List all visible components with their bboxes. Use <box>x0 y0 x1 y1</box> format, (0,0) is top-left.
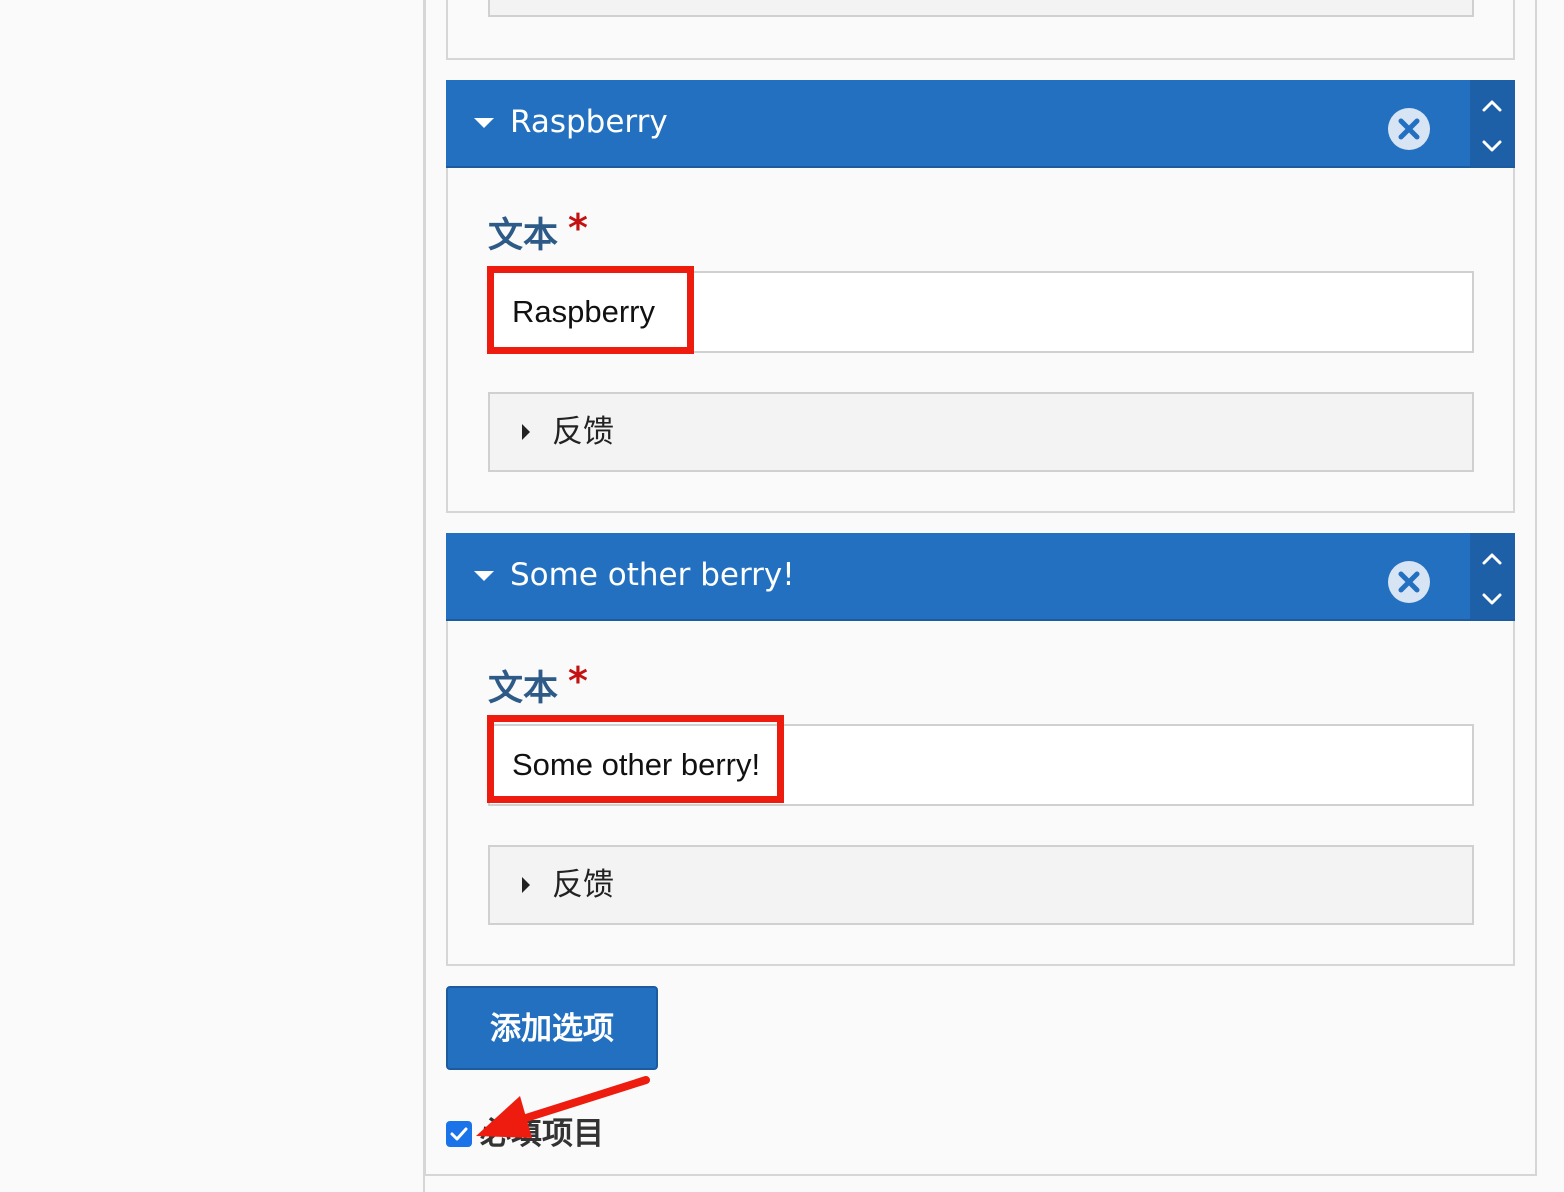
option-header[interactable]: Raspberry <box>446 80 1515 168</box>
text-field-label: 文本 <box>488 216 559 256</box>
feedback-label: 反馈 <box>552 414 614 450</box>
caret-down-icon[interactable] <box>474 571 494 581</box>
chevron-down-icon[interactable] <box>1480 587 1504 611</box>
text-field-label: 文本 <box>488 669 559 709</box>
feedback-toggle[interactable]: 反馈 <box>488 845 1474 925</box>
option-text-input[interactable] <box>488 724 1474 806</box>
option-header[interactable]: Some other berry! <box>446 533 1515 621</box>
previous-option-card <box>446 0 1515 60</box>
chevron-up-icon[interactable] <box>1480 547 1504 571</box>
add-option-button[interactable]: 添加选项 <box>446 986 658 1070</box>
option-card-raspberry: Raspberry 文本 * 反馈 <box>446 80 1515 513</box>
reorder-controls <box>1470 533 1515 619</box>
checkmark-icon <box>450 1127 468 1141</box>
option-title: Some other berry! <box>510 557 795 593</box>
circle-x-icon[interactable] <box>1388 108 1430 150</box>
option-text-input[interactable] <box>488 271 1474 353</box>
feedback-label: 反馈 <box>552 867 614 903</box>
required-asterisk: * <box>568 206 588 250</box>
feedback-toggle[interactable]: 反馈 <box>488 392 1474 472</box>
chevron-up-icon[interactable] <box>1480 94 1504 118</box>
caret-down-icon[interactable] <box>474 118 494 128</box>
required-asterisk: * <box>568 659 588 703</box>
required-checkbox-label[interactable]: 必填项目 <box>480 1112 604 1156</box>
reorder-controls <box>1470 80 1515 166</box>
previous-feedback-bar[interactable] <box>488 0 1474 17</box>
option-card-some-other-berry: Some other berry! 文本 * 反馈 <box>446 533 1515 966</box>
chevron-down-icon[interactable] <box>1480 134 1504 158</box>
left-gutter <box>0 0 425 1192</box>
required-checkbox[interactable] <box>446 1121 472 1147</box>
option-title: Raspberry <box>510 104 668 140</box>
circle-x-icon[interactable] <box>1388 561 1430 603</box>
caret-right-icon <box>522 424 530 440</box>
caret-right-icon <box>522 877 530 893</box>
